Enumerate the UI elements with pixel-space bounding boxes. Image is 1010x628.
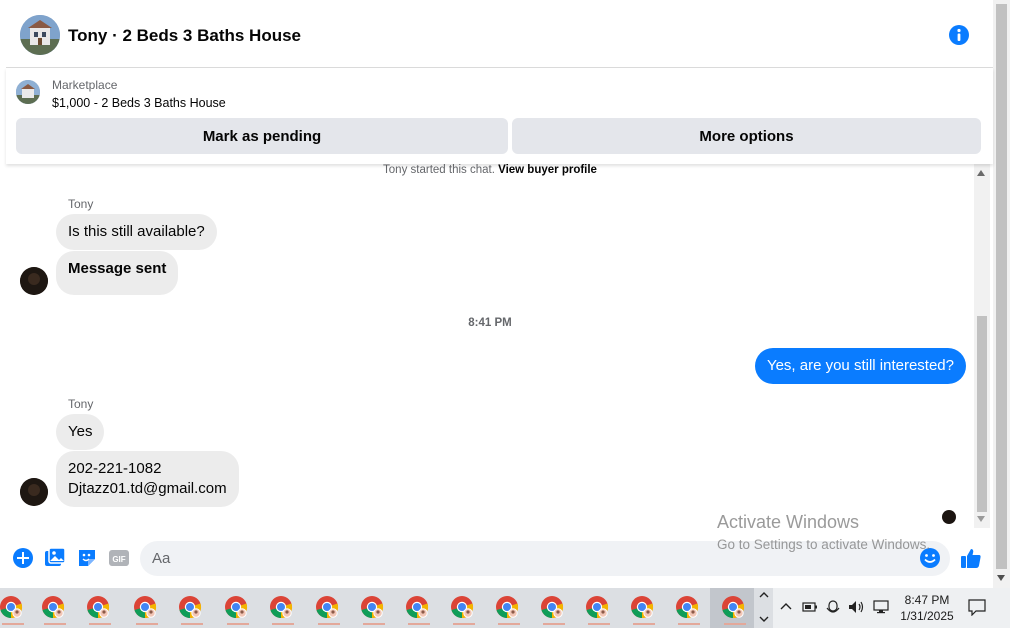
system-clock[interactable]: 8:47 PM 1/31/2025 bbox=[897, 592, 957, 624]
windows-taskbar: 8:47 PM 1/31/2025 bbox=[0, 588, 1010, 628]
chat-title[interactable]: Tony · 2 Beds 3 Baths House bbox=[68, 26, 301, 46]
scroll-thumb[interactable] bbox=[977, 316, 987, 512]
chrome-taskbar-icon[interactable] bbox=[720, 594, 752, 626]
read-receipt-avatar bbox=[942, 510, 956, 524]
contact-avatar[interactable] bbox=[20, 15, 60, 55]
listing-title[interactable]: $1,000 - 2 Beds 3 Baths House bbox=[52, 96, 226, 110]
chrome-taskbar-icon[interactable] bbox=[40, 594, 72, 626]
chat-started-notice: Tony started this chat. View buyer profi… bbox=[6, 164, 974, 176]
system-tray: 8:47 PM 1/31/2025 bbox=[773, 588, 1010, 628]
chrome-taskbar-icon[interactable] bbox=[0, 594, 30, 626]
svg-text:GIF: GIF bbox=[112, 555, 125, 564]
messenger-window: Tony · 2 Beds 3 Baths House Marketplace … bbox=[0, 0, 1010, 628]
message-placeholder: Aa bbox=[152, 550, 171, 567]
chrome-taskbar-icon[interactable] bbox=[268, 594, 300, 626]
message-composer: GIF Aa bbox=[6, 536, 993, 582]
incoming-message[interactable]: Yes bbox=[56, 414, 105, 450]
page-scroll-thumb[interactable] bbox=[996, 4, 1007, 569]
emoji-icon[interactable] bbox=[919, 547, 941, 569]
taskbar-scroll-down-icon[interactable] bbox=[759, 615, 769, 623]
chrome-taskbar-icon[interactable] bbox=[629, 594, 661, 626]
chrome-taskbar-icon[interactable] bbox=[449, 594, 481, 626]
network-icon[interactable] bbox=[873, 600, 889, 614]
mark-as-pending-button[interactable]: Mark as pending bbox=[16, 118, 508, 154]
show-hidden-icons-icon[interactable] bbox=[780, 601, 792, 611]
marketplace-label: Marketplace bbox=[52, 78, 118, 92]
message-thread: Tony started this chat. View buyer profi… bbox=[6, 164, 974, 528]
message-input[interactable]: Aa bbox=[140, 541, 950, 576]
more-options-button[interactable]: More options bbox=[512, 118, 981, 154]
chrome-taskbar-icon[interactable] bbox=[177, 594, 209, 626]
incoming-message[interactable]: 202-221-1082 Djtazz01.td@gmail.com bbox=[56, 451, 239, 507]
thumbs-up-icon[interactable] bbox=[960, 547, 982, 569]
chrome-taskbar-icon[interactable] bbox=[223, 594, 255, 626]
listing-thumbnail[interactable] bbox=[16, 80, 40, 104]
incoming-message[interactable]: Message sent bbox=[56, 251, 179, 295]
chat-started-text: Tony started this chat. bbox=[383, 164, 495, 176]
scroll-down-arrow[interactable] bbox=[977, 516, 985, 522]
plus-icon[interactable] bbox=[12, 547, 34, 569]
page-scrollbar[interactable] bbox=[993, 0, 1010, 588]
incoming-message[interactable]: Is this still available? bbox=[56, 214, 217, 250]
chrome-taskbar-icon[interactable] bbox=[584, 594, 616, 626]
sender-name: Tony bbox=[68, 197, 94, 211]
view-buyer-profile-link[interactable]: View buyer profile bbox=[498, 164, 597, 176]
notifications-icon[interactable] bbox=[968, 599, 986, 616]
outgoing-message[interactable]: Yes, are you still interested? bbox=[754, 348, 966, 384]
chrome-taskbar-icon[interactable] bbox=[674, 594, 706, 626]
contact-avatar-small[interactable] bbox=[20, 267, 48, 295]
taskbar-scroll-up-icon[interactable] bbox=[759, 591, 769, 599]
message-line: 202-221-1082 bbox=[68, 460, 162, 477]
battery-icon[interactable] bbox=[802, 600, 818, 614]
gif-icon[interactable]: GIF bbox=[108, 547, 130, 569]
message-line: Djtazz01.td@gmail.com bbox=[68, 480, 227, 497]
message-timestamp: 8:41 PM bbox=[468, 317, 512, 329]
chrome-taskbar-icon[interactable] bbox=[314, 594, 346, 626]
thread-scrollbar[interactable] bbox=[974, 164, 990, 528]
volume-icon[interactable] bbox=[848, 600, 866, 614]
info-icon[interactable] bbox=[948, 24, 970, 46]
clock-date: 1/31/2025 bbox=[900, 609, 954, 623]
marketplace-panel: Marketplace $1,000 - 2 Beds 3 Baths Hous… bbox=[6, 68, 993, 164]
chrome-taskbar-icon[interactable] bbox=[494, 594, 526, 626]
chrome-taskbar-icon[interactable] bbox=[404, 594, 436, 626]
scroll-up-arrow[interactable] bbox=[977, 170, 985, 176]
gallery-icon[interactable] bbox=[44, 547, 66, 569]
meet-now-icon[interactable] bbox=[826, 600, 840, 616]
chrome-taskbar-icon[interactable] bbox=[132, 594, 164, 626]
chat-header: Tony · 2 Beds 3 Baths House bbox=[6, 4, 993, 68]
clock-time: 8:47 PM bbox=[904, 593, 950, 607]
page-scroll-down-arrow[interactable] bbox=[997, 575, 1005, 581]
chrome-taskbar-icon[interactable] bbox=[85, 594, 117, 626]
sender-name: Tony bbox=[68, 397, 94, 411]
contact-avatar-small[interactable] bbox=[20, 478, 48, 506]
chrome-taskbar-icon[interactable] bbox=[539, 594, 571, 626]
sticker-icon[interactable] bbox=[76, 547, 98, 569]
chrome-taskbar-icon[interactable] bbox=[359, 594, 391, 626]
